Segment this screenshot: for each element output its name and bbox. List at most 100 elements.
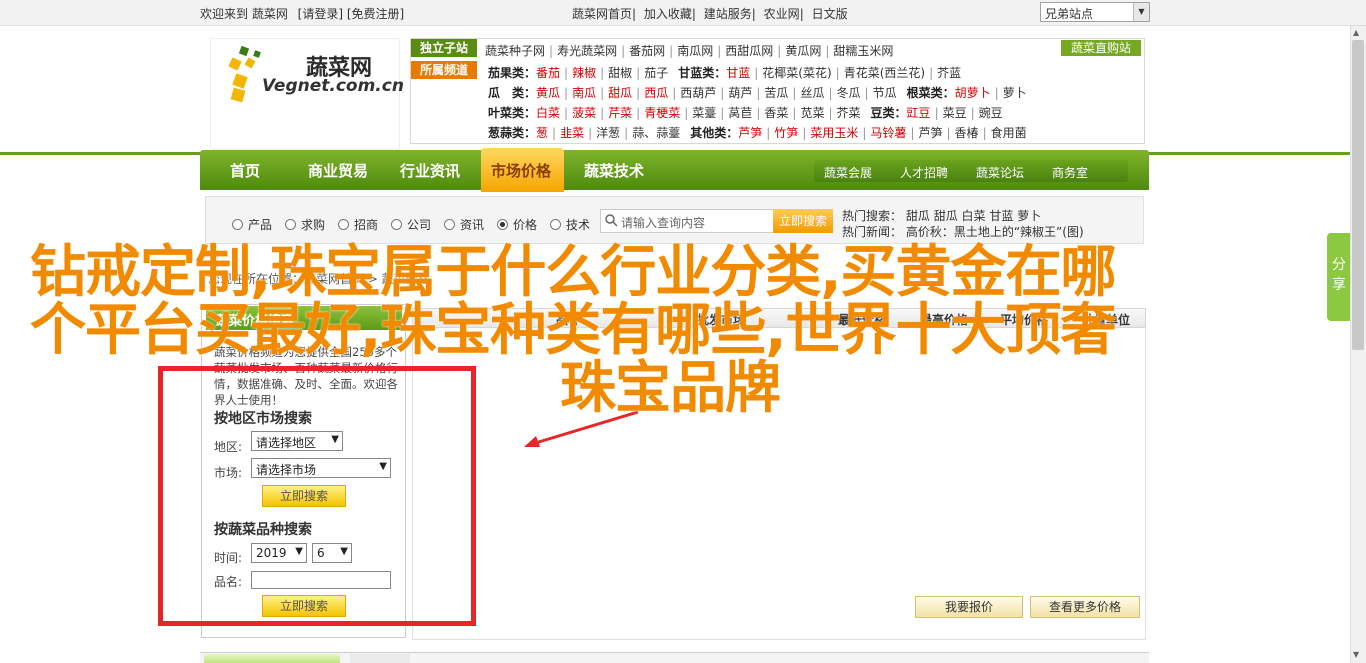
- separator: |: [684, 106, 689, 120]
- category-item[interactable]: 冬瓜: [837, 86, 861, 100]
- direct-buy-button[interactable]: 蔬菜直购站: [1061, 40, 1141, 56]
- radio-info[interactable]: 资讯: [444, 216, 484, 233]
- category-item[interactable]: 丝瓜: [800, 86, 824, 100]
- category-item[interactable]: 番茄: [536, 66, 560, 80]
- subsite-link[interactable]: 番茄网: [629, 44, 665, 58]
- nav-item-news[interactable]: 行业资讯: [400, 160, 460, 181]
- category-item[interactable]: 青花菜(西兰花): [844, 66, 925, 80]
- category-item[interactable]: 香菜: [764, 106, 788, 120]
- category-item[interactable]: 萝卜: [1003, 86, 1027, 100]
- nav-sub-forum[interactable]: 蔬菜论坛: [976, 164, 1024, 181]
- top-link-favorite[interactable]: 加入收藏: [644, 7, 692, 21]
- subsite-link[interactable]: 蔬菜种子网: [485, 44, 545, 58]
- separator: |: [766, 126, 771, 140]
- search-button[interactable]: 立即搜索: [773, 209, 833, 233]
- category-label: 根菜类：: [906, 86, 955, 100]
- hot-news-link[interactable]: 高价秋：黑土地上的“辣椒王”(图): [906, 225, 1084, 239]
- category-item[interactable]: 芹菜: [608, 106, 632, 120]
- nav-item-price[interactable]: 市场价格: [491, 160, 551, 181]
- category-item[interactable]: 莴苣: [728, 106, 752, 120]
- top-link-home[interactable]: 蔬菜网首页: [572, 7, 632, 21]
- category-item[interactable]: 蒜、蒜薹: [632, 126, 680, 140]
- category-item[interactable]: 白菜: [536, 106, 560, 120]
- hot-search-item[interactable]: 萝卜: [1017, 209, 1041, 223]
- category-item[interactable]: 甜椒: [608, 66, 632, 80]
- subsite-link[interactable]: 西甜瓜网: [725, 44, 773, 58]
- category-item[interactable]: 西葫芦: [680, 86, 716, 100]
- category-item[interactable]: 芦笋: [918, 126, 942, 140]
- category-item[interactable]: 洋葱: [596, 126, 620, 140]
- overlay-line-3: 珠宝品牌: [560, 356, 781, 421]
- category-item[interactable]: 香椿: [955, 126, 979, 140]
- category-item[interactable]: 甜瓜: [608, 86, 632, 100]
- category-item[interactable]: 菜用玉米: [810, 126, 858, 140]
- subsite-link[interactable]: 南瓜网: [677, 44, 713, 58]
- category-item[interactable]: 芦笋: [738, 126, 762, 140]
- nav-sub-jobs[interactable]: 人才招聘: [900, 164, 948, 181]
- category-item[interactable]: 竹笋: [774, 126, 798, 140]
- report-price-button[interactable]: 我要报价: [915, 596, 1023, 618]
- nav-item-home[interactable]: 首页: [230, 160, 260, 181]
- category-item[interactable]: 食用菌: [991, 126, 1027, 140]
- scrollbar-thumb[interactable]: [1352, 40, 1364, 350]
- radio-invest[interactable]: 招商: [338, 216, 378, 233]
- separator: |: [600, 66, 605, 80]
- radio-tech[interactable]: 技术: [550, 216, 590, 233]
- category-item[interactable]: 节瓜: [873, 86, 897, 100]
- search-input[interactable]: 请输入查询内容: [600, 209, 774, 233]
- category-item[interactable]: 辣椒: [572, 66, 596, 80]
- nav-sub-expo[interactable]: 蔬菜会展: [824, 164, 872, 181]
- category-item[interactable]: 苦瓜: [764, 86, 788, 100]
- category-item[interactable]: 青梗菜: [644, 106, 680, 120]
- scroll-up-icon[interactable]: ▲: [1353, 28, 1359, 37]
- radio-purchase[interactable]: 求购: [285, 216, 325, 233]
- category-item[interactable]: 菠菜: [572, 106, 596, 120]
- nav-sub-business[interactable]: 商务室: [1052, 164, 1088, 181]
- friend-site-select[interactable]: 兄弟站点 ▼: [1040, 2, 1150, 22]
- scroll-down-icon[interactable]: ▼: [1353, 650, 1359, 659]
- top-link-japanese[interactable]: 日文版: [812, 7, 848, 21]
- category-item[interactable]: 胡萝卜: [955, 86, 991, 100]
- category-item[interactable]: 豌豆: [979, 106, 1003, 120]
- category-item[interactable]: 葱: [536, 126, 548, 140]
- category-item[interactable]: 豇豆: [907, 106, 931, 120]
- category-item[interactable]: 茄子: [644, 66, 668, 80]
- category-item[interactable]: 葫芦: [728, 86, 752, 100]
- subsite-link[interactable]: 寿光蔬菜网: [557, 44, 617, 58]
- share-tab[interactable]: 分享: [1327, 233, 1351, 321]
- category-item[interactable]: 花椰菜(菜花): [762, 66, 831, 80]
- separator: |: [588, 126, 593, 140]
- hot-search-item[interactable]: 甜瓜: [906, 209, 930, 223]
- category-item[interactable]: 苋菜: [800, 106, 824, 120]
- category-item[interactable]: 甘蓝: [726, 66, 750, 80]
- register-link[interactable]: [免费注册]: [347, 7, 404, 21]
- top-link-build[interactable]: 建站服务: [704, 7, 752, 21]
- category-item[interactable]: 芥蓝: [937, 66, 961, 80]
- nav-item-trade[interactable]: 商业贸易: [308, 160, 368, 181]
- separator: |: [564, 86, 569, 100]
- category-item[interactable]: 黄瓜: [536, 86, 560, 100]
- category-item[interactable]: 菜薹: [692, 106, 716, 120]
- radio-company[interactable]: 公司: [391, 216, 431, 233]
- login-link[interactable]: [请登录]: [298, 7, 343, 21]
- separator: |: [862, 126, 867, 140]
- category-item[interactable]: 马铃薯: [870, 126, 906, 140]
- more-prices-button[interactable]: 查看更多价格: [1030, 596, 1140, 618]
- hot-search-item[interactable]: 甘蓝: [989, 209, 1013, 223]
- subsite-link[interactable]: 黄瓜网: [785, 44, 821, 58]
- category-item[interactable]: 菜豆: [943, 106, 967, 120]
- top-link-agri[interactable]: 农业网: [764, 7, 800, 21]
- separator: |: [828, 106, 833, 120]
- category-item[interactable]: 南瓜: [572, 86, 596, 100]
- category-item[interactable]: 韭菜: [560, 126, 584, 140]
- radio-product[interactable]: 产品: [232, 216, 272, 233]
- category-label: 豆类：: [870, 106, 907, 120]
- category-item[interactable]: 西瓜: [644, 86, 668, 100]
- radio-price[interactable]: 价格: [497, 216, 537, 233]
- search-icon: [605, 214, 618, 227]
- hot-search-item[interactable]: 甜瓜: [934, 209, 958, 223]
- subsite-link[interactable]: 甜糯玉米网: [833, 44, 893, 58]
- category-item[interactable]: 芥菜: [837, 106, 861, 120]
- hot-search-item[interactable]: 白菜: [962, 209, 986, 223]
- nav-item-tech[interactable]: 蔬菜技术: [584, 160, 644, 181]
